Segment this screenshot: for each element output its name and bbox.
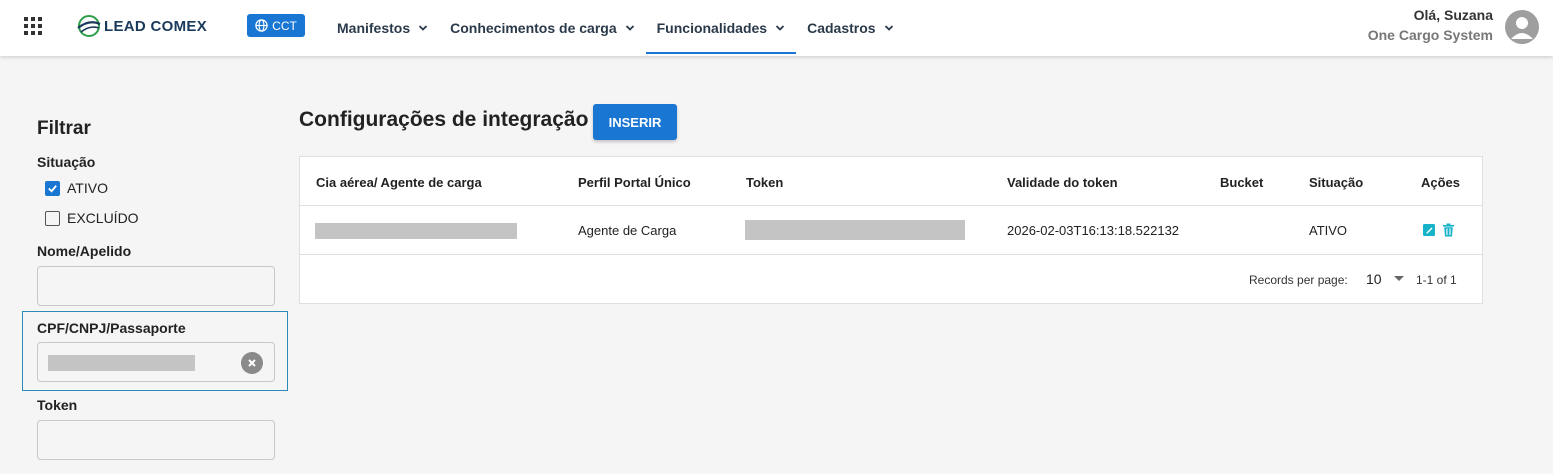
cct-module-badge[interactable]: CCT [247,14,305,37]
nav-label: Manifestos [337,20,411,36]
nav-manifestos[interactable]: Manifestos [326,0,439,56]
token-label: Token [37,397,78,413]
nav-conhecimentos-de-carga[interactable]: Conhecimentos de carga [439,0,646,56]
redacted-token [745,220,965,240]
chevron-down-icon [775,25,785,31]
insert-button[interactable]: INSERIR [593,104,677,140]
checkbox-label: EXCLUÍDO [67,210,139,226]
nome-apelido-input[interactable] [37,266,275,306]
records-per-page-label: Records per page: [1249,273,1348,287]
pagination-range: 1-1 of 1 [1416,273,1457,287]
lead-comex-logo[interactable]: LEAD COMEX [76,12,207,40]
cpf-cnpj-passaporte-input[interactable] [37,342,275,382]
nav-label: Cadastros [807,20,876,36]
column-header: Perfil Portal Único [578,175,691,190]
dropdown-arrow-icon [1393,276,1404,281]
nav-label: Funcionalidades [656,20,768,36]
column-header: Validade do token [1007,175,1118,190]
checkbox-excluido[interactable]: EXCLUÍDO [45,210,139,226]
logo-text: LEAD COMEX [104,17,208,35]
cell-validade: 2026-02-03T16:13:18.522132 [1007,223,1180,238]
column-header: Ações [1421,175,1461,190]
user-icon [1511,17,1533,39]
globe-icon [255,19,268,32]
trash-icon[interactable] [1442,223,1455,237]
checkbox-label: ATIVO [67,180,108,196]
chevron-down-icon [884,25,893,31]
divider [300,254,1482,255]
column-header: Bucket [1220,175,1264,190]
logo-globe-icon [77,15,101,37]
nav-cadastros[interactable]: Cadastros [796,0,904,56]
page-title: Configurações de integração [299,108,589,131]
user-system-name: One Cargo System [1367,27,1493,43]
filter-title: Filtrar [37,118,91,139]
cell-perfil: Agente de Carga [578,223,677,238]
chevron-down-icon [625,25,634,31]
nav-funcionalidades[interactable]: Funcionalidades [645,0,797,56]
clear-icon[interactable] [241,352,263,374]
edit-icon[interactable] [1423,223,1436,237]
divider [300,205,1482,206]
nav-label: Conhecimentos de carga [450,20,617,36]
user-greeting: Olá, Suzana [1413,7,1493,23]
redacted-cia-aerea [315,223,517,239]
nome-apelido-label: Nome/Apelido [37,243,132,259]
chevron-down-icon [418,25,428,31]
situacao-label: Situação [37,154,96,170]
redacted-value [48,355,195,371]
apps-grid-icon[interactable] [24,17,42,35]
cell-situacao: ATIVO [1309,223,1348,238]
checkbox-ativo[interactable]: ATIVO [45,180,108,196]
top-navigation-bar: LEAD COMEX CCT Manifestos Conhecimentos … [0,0,1553,56]
checkbox-unchecked-icon [45,210,60,226]
records-per-page-value: 10 [1366,271,1382,287]
token-input[interactable] [37,420,275,460]
user-info: Olá, Suzana One Cargo System [1368,6,1493,46]
column-header: Situação [1309,175,1364,190]
column-header: Cia aérea/ Agente de carga [316,175,482,190]
cpf-cnpj-passaporte-label: CPF/CNPJ/Passaporte [37,320,186,336]
integration-table: Cia aérea/ Agente de carga Perfil Portal… [299,156,1483,304]
column-header: Token [746,175,784,190]
avatar[interactable] [1505,10,1539,44]
checkbox-checked-icon [45,180,60,196]
records-per-page-select[interactable]: 10 [1366,271,1404,287]
cct-badge-label: CCT [272,18,297,33]
main-nav: Manifestos Conhecimentos de carga Funcio… [326,0,905,56]
